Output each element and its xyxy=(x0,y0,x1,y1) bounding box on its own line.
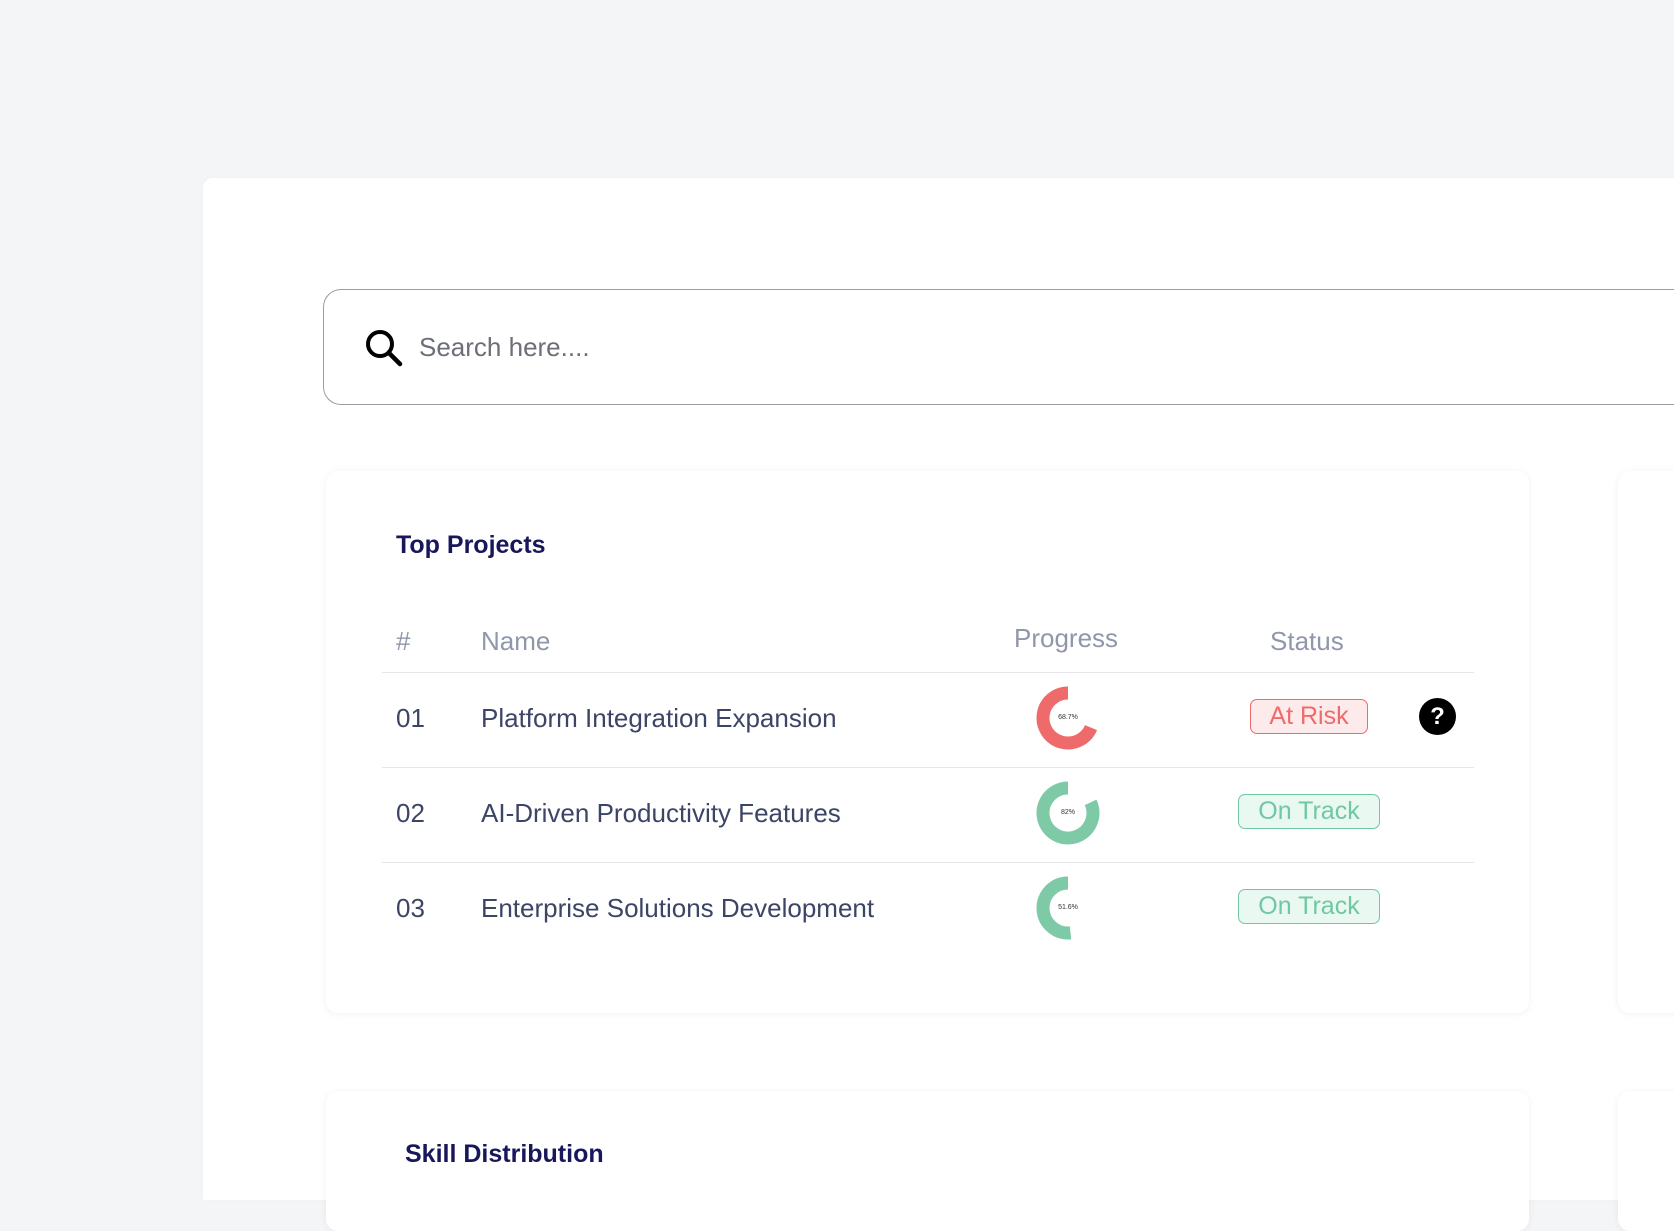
search-input[interactable] xyxy=(419,320,1319,374)
column-header-progress: Progress xyxy=(1014,623,1119,653)
top-projects-card: Top Projects # Name Progress Status 01 P… xyxy=(326,471,1529,1013)
question-mark-icon[interactable]: ? xyxy=(1419,698,1456,735)
table-row[interactable]: 03 Enterprise Solutions Development 51.6… xyxy=(326,863,1529,957)
column-header-status: Status xyxy=(1270,626,1344,656)
table-row[interactable]: 01 Platform Integration Expansion 68.7% … xyxy=(326,673,1529,767)
column-header-name: Name xyxy=(481,626,551,656)
search-bar[interactable] xyxy=(323,289,1674,405)
progress-label: 51.6% xyxy=(1058,904,1078,911)
progress-donut: 68.7% xyxy=(1036,686,1100,750)
row-number: 02 xyxy=(396,798,425,828)
side-card xyxy=(1618,1091,1674,1231)
row-number: 03 xyxy=(396,893,425,923)
row-number: 01 xyxy=(396,703,425,733)
project-name[interactable]: AI-Driven Productivity Features xyxy=(481,798,841,829)
search-icon xyxy=(364,328,404,368)
card-title: Top Projects xyxy=(396,531,546,559)
column-header-number: # xyxy=(396,626,411,656)
table-row[interactable]: 02 AI-Driven Productivity Features 82% O… xyxy=(326,768,1529,862)
status-badge: On Track xyxy=(1238,794,1380,829)
progress-donut: 82% xyxy=(1036,781,1100,845)
status-badge: On Track xyxy=(1238,889,1380,924)
progress-label: 82% xyxy=(1060,809,1075,816)
progress-label: 68.7% xyxy=(1058,714,1078,721)
side-card xyxy=(1618,471,1674,1013)
skill-distribution-card: Skill Distribution xyxy=(326,1091,1529,1231)
project-name[interactable]: Enterprise Solutions Development xyxy=(481,893,874,924)
project-name[interactable]: Platform Integration Expansion xyxy=(481,703,837,734)
card-title: Skill Distribution xyxy=(405,1140,604,1168)
status-badge: At Risk xyxy=(1250,699,1368,734)
progress-donut: 51.6% xyxy=(1036,876,1100,940)
